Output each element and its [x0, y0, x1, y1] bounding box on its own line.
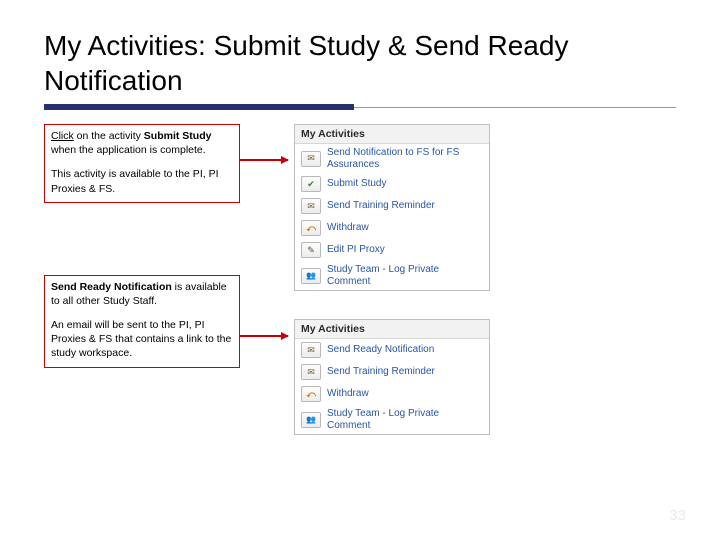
callout-send-ready: Send Ready Notification is available to …	[44, 275, 240, 368]
my-activities-panel-bottom: My Activities ✉ Send Ready Notification ✉ S…	[294, 319, 490, 435]
mail-icon: ✉	[301, 364, 321, 380]
panel-header: My Activities	[295, 320, 489, 339]
withdraw-icon: ⤺	[301, 220, 321, 236]
arrow-icon	[240, 159, 288, 161]
activity-label: Submit Study	[327, 178, 386, 190]
callout-submit-study: Click on the activity Submit Study when …	[44, 124, 240, 203]
activity-link[interactable]: ✉ Send Ready Notification	[295, 339, 489, 361]
activity-link[interactable]: ✉ Send Training Reminder	[295, 361, 489, 383]
mail-icon: ✉	[301, 151, 321, 167]
edit-icon: ✎	[301, 242, 321, 258]
callout-availability-text: This activity is available to the PI, PI…	[51, 167, 233, 195]
withdraw-icon: ⤺	[301, 386, 321, 402]
title-rule	[44, 104, 676, 110]
activity-label: Study Team - Log Private Comment	[327, 264, 483, 287]
activity-link[interactable]: ⤺ Withdraw	[295, 383, 489, 405]
activity-label: Send Training Reminder	[327, 366, 435, 378]
arrow-icon	[240, 335, 288, 337]
my-activities-panel-top: My Activities ✉ Send Notification to FS f…	[294, 124, 490, 291]
page-number: 33	[669, 507, 686, 524]
activity-link[interactable]: 👥 Study Team - Log Private Comment	[295, 261, 489, 290]
activity-label: Send Ready Notification	[327, 344, 434, 356]
activity-label: Withdraw	[327, 388, 369, 400]
callout-click-text: Click	[51, 130, 74, 142]
team-icon: 👥	[301, 268, 321, 284]
activity-label: Send Notification to FS for FS Assurance…	[327, 147, 483, 170]
callout-email-text: An email will be sent to the PI, PI Prox…	[51, 318, 233, 361]
activity-link[interactable]: 👥 Study Team - Log Private Comment	[295, 405, 489, 434]
check-icon: ✔	[301, 176, 321, 192]
mail-icon: ✉	[301, 342, 321, 358]
activity-link[interactable]: ✔ Submit Study	[295, 173, 489, 195]
activity-link[interactable]: ⤺ Withdraw	[295, 217, 489, 239]
activity-link[interactable]: ✉ Send Notification to FS for FS Assuranc…	[295, 144, 489, 173]
activity-link[interactable]: ✎ Edit PI Proxy	[295, 239, 489, 261]
activity-label: Study Team - Log Private Comment	[327, 408, 483, 431]
activity-label: Edit PI Proxy	[327, 244, 385, 256]
team-icon: 👥	[301, 412, 321, 428]
panel-header: My Activities	[295, 125, 489, 144]
activity-link[interactable]: ✉ Send Training Reminder	[295, 195, 489, 217]
mail-icon: ✉	[301, 198, 321, 214]
page-title: My Activities: Submit Study & Send Ready…	[44, 28, 676, 98]
activity-label: Send Training Reminder	[327, 200, 435, 212]
activity-label: Withdraw	[327, 222, 369, 234]
